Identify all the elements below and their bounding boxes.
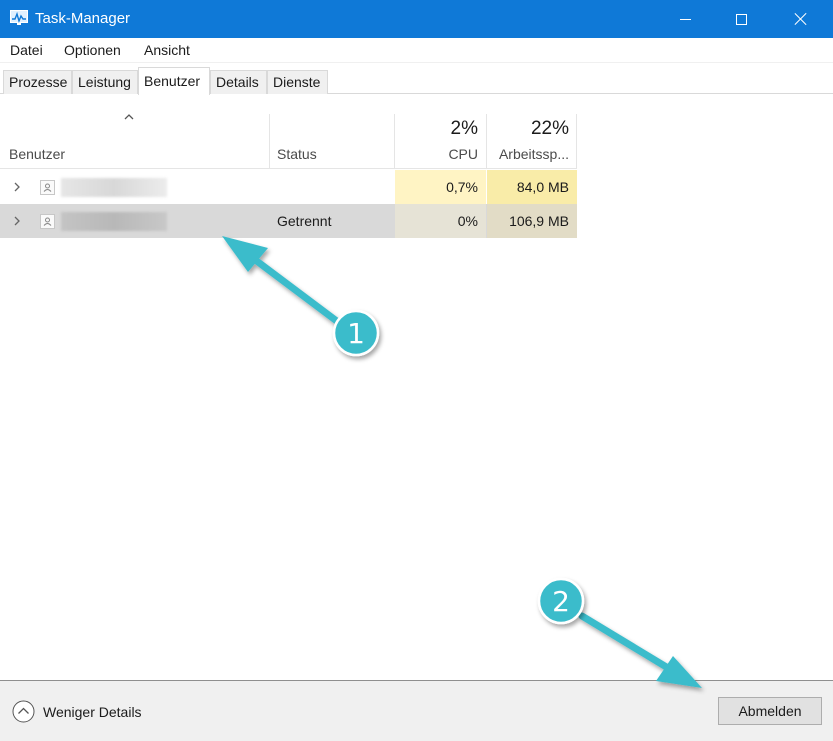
- less-details-link[interactable]: Weniger Details: [43, 704, 142, 720]
- cpu-cell: 0,7%: [395, 170, 486, 204]
- maximize-button[interactable]: [718, 0, 764, 38]
- column-header-memory[interactable]: Arbeitssp...: [490, 146, 569, 162]
- title-bar[interactable]: Task-Manager: [0, 0, 833, 38]
- menu-ansicht[interactable]: Ansicht: [144, 42, 190, 58]
- tab-details[interactable]: Details: [210, 70, 267, 94]
- column-divider[interactable]: [394, 114, 395, 168]
- maximize-icon: [735, 13, 747, 25]
- user-row-selected[interactable]: Getrennt 0% 106,9 MB: [0, 204, 577, 238]
- close-icon: [794, 12, 808, 26]
- status-cell: [277, 170, 394, 204]
- annotation-number-2: 2: [552, 585, 570, 618]
- task-manager-window: Task-Manager Datei Optionen Ansicht Proz…: [0, 0, 833, 741]
- redacted-username: [61, 178, 167, 197]
- memory-cell: 84,0 MB: [487, 170, 577, 204]
- logout-button[interactable]: Abmelden: [718, 697, 822, 725]
- tab-benutzer[interactable]: Benutzer: [138, 67, 210, 95]
- tab-prozesse[interactable]: Prozesse: [3, 70, 72, 94]
- column-divider[interactable]: [269, 114, 270, 168]
- memory-cell: 106,9 MB: [487, 204, 577, 238]
- annotation-badge-2: 2: [537, 577, 585, 625]
- chevron-right-icon[interactable]: [12, 215, 22, 227]
- column-header-user[interactable]: Benutzer: [9, 146, 65, 162]
- status-cell: Getrennt: [277, 213, 332, 229]
- column-divider[interactable]: [486, 114, 487, 168]
- tab-dienste[interactable]: Dienste: [267, 70, 328, 94]
- annotation-arrow-2: [578, 612, 702, 688]
- tab-strip: Prozesse Leistung Benutzer Details Diens…: [0, 63, 833, 95]
- annotation-badge-1: 1: [332, 309, 380, 357]
- cpu-total-percent: 2%: [450, 118, 478, 139]
- task-manager-app-icon: [10, 10, 28, 25]
- annotation-arrow-1: [222, 236, 342, 326]
- minimize-button[interactable]: [662, 0, 708, 38]
- user-row[interactable]: 0,7% 84,0 MB: [0, 170, 577, 204]
- window-title: Task-Manager: [35, 10, 131, 27]
- sort-ascending-icon[interactable]: [124, 113, 134, 120]
- user-icon: [40, 180, 55, 195]
- close-button[interactable]: [778, 0, 824, 38]
- user-icon: [40, 214, 55, 229]
- memory-total-percent: 22%: [530, 118, 569, 139]
- footer-bar: Weniger Details Abmelden: [0, 680, 833, 741]
- column-header-status[interactable]: Status: [277, 146, 317, 162]
- menu-datei[interactable]: Datei: [10, 42, 43, 58]
- chevron-right-icon[interactable]: [12, 181, 22, 193]
- column-divider: [576, 114, 577, 168]
- annotation-number-1: 1: [347, 317, 365, 350]
- menu-bar: Datei Optionen Ansicht: [0, 38, 833, 63]
- minimize-icon: [679, 18, 691, 20]
- menu-optionen[interactable]: Optionen: [64, 42, 121, 58]
- chevron-up-circle-icon[interactable]: [12, 700, 35, 723]
- column-header-cpu[interactable]: CPU: [400, 146, 478, 162]
- redacted-username: [61, 212, 167, 231]
- tab-leistung[interactable]: Leistung: [72, 70, 138, 94]
- cpu-cell: 0%: [395, 204, 486, 238]
